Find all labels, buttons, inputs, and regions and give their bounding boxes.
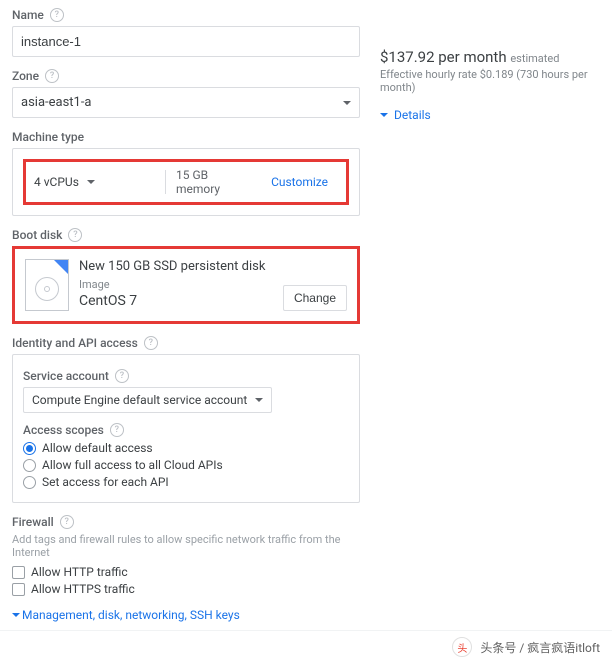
scope-radio-default[interactable]: Allow default access	[23, 441, 349, 455]
help-icon[interactable]: ?	[144, 336, 158, 350]
machine-type-label: Machine type	[12, 130, 360, 144]
expand-management-link[interactable]: Management, disk, networking, SSH keys	[12, 608, 360, 622]
memory-text: 15 GB memory	[166, 168, 253, 196]
checkbox-icon	[12, 566, 25, 579]
toutiao-logo-icon: 头	[452, 637, 472, 657]
firewall-note: Add tags and firewall rules to allow spe…	[12, 533, 360, 559]
help-icon[interactable]: ?	[50, 8, 64, 22]
firewall-label: Firewall?	[12, 515, 360, 529]
zone-select[interactable]: asia-east1-a	[12, 87, 360, 118]
radio-icon	[23, 442, 36, 455]
checkbox-icon	[12, 583, 25, 596]
disk-icon	[25, 259, 69, 311]
footer-credit: 头条号 / 疯言疯语itloft	[480, 639, 600, 656]
help-icon[interactable]: ?	[60, 515, 74, 529]
boot-disk-title: New 150 GB SSD persistent disk	[79, 259, 273, 274]
boot-disk-sublabel: Image	[79, 278, 273, 291]
allow-http-checkbox[interactable]: Allow HTTP traffic	[12, 565, 360, 579]
name-label: Name?	[12, 8, 360, 22]
scope-radio-each[interactable]: Set access for each API	[23, 475, 349, 489]
radio-icon	[23, 476, 36, 489]
help-icon[interactable]: ?	[68, 228, 82, 242]
allow-https-checkbox[interactable]: Allow HTTPS traffic	[12, 582, 360, 596]
help-icon[interactable]: ?	[115, 369, 129, 383]
scope-radio-full[interactable]: Allow full access to all Cloud APIs	[23, 458, 349, 472]
vcpu-select[interactable]: 4 vCPUs	[34, 170, 103, 194]
identity-label: Identity and API access?	[12, 336, 360, 350]
service-account-label: Service account?	[23, 369, 349, 383]
zone-label: Zone?	[12, 69, 360, 83]
price-text: $137.92 per month estimated	[380, 48, 604, 66]
name-input[interactable]	[12, 26, 360, 57]
details-link[interactable]: Details	[380, 108, 604, 122]
machine-type-box: 4 vCPUs 15 GB memory Customize	[12, 148, 360, 216]
boot-disk-image: CentOS 7	[79, 293, 273, 309]
help-icon[interactable]: ?	[45, 69, 59, 83]
access-scopes-label: Access scopes?	[23, 423, 349, 437]
rate-text: Effective hourly rate $0.189 (730 hours …	[380, 68, 604, 94]
footer: 头 头条号 / 疯言疯语itloft	[0, 630, 612, 663]
help-icon[interactable]: ?	[110, 423, 124, 437]
change-button[interactable]: Change	[283, 285, 347, 311]
boot-disk-label: Boot disk?	[12, 228, 360, 242]
boot-disk-box: New 150 GB SSD persistent disk Image Cen…	[12, 246, 360, 324]
service-account-select[interactable]: Compute Engine default service account	[23, 387, 272, 413]
radio-icon	[23, 459, 36, 472]
customize-link[interactable]: Customize	[253, 175, 346, 189]
